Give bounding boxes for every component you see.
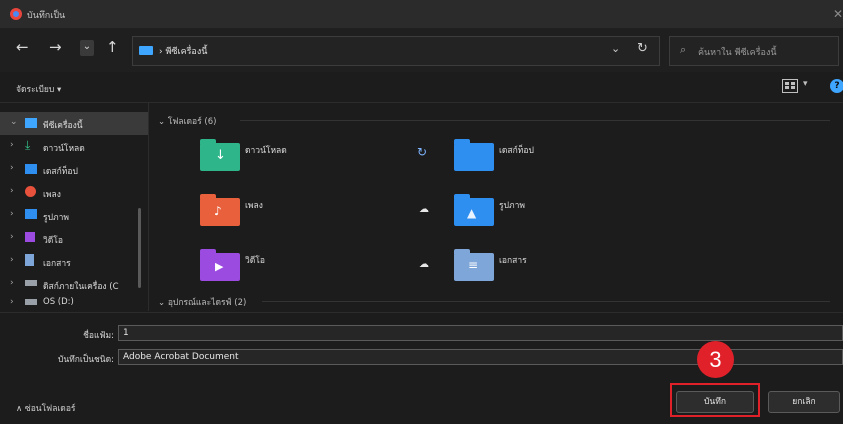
filetype-label: บันทึกเป็นชนิด: <box>57 355 114 365</box>
folder-documents[interactable]: ≡ เอกสาร <box>454 247 654 281</box>
desktop-folder-icon <box>454 139 494 171</box>
pc-icon <box>25 118 37 128</box>
sidebar-item-desktop[interactable]: › เดสก์ท็อป <box>0 158 148 181</box>
music-folder-icon: ♪ <box>200 194 240 226</box>
recent-locations-button[interactable]: ⌄ <box>80 40 94 56</box>
filename-input[interactable]: 1 <box>118 325 843 341</box>
cancel-button[interactable]: ยกเลิก <box>768 391 840 413</box>
folder-label: วิดีโอ <box>245 256 265 266</box>
command-bar: จัดระเบียบ ▾ ▾ ? <box>0 72 843 103</box>
breadcrumb[interactable]: › พีซีเครื่องนี้ <box>159 44 207 58</box>
sidebar-item-downloads[interactable]: › ⤓ ดาวน์โหลด <box>0 135 148 158</box>
highlight-box <box>670 383 760 417</box>
cloud-icon: ☁ <box>419 204 429 215</box>
sidebar-item-label: ดาวน์โหลด <box>43 144 85 154</box>
refresh-icon[interactable]: ↻ <box>637 41 648 56</box>
sidebar-item-label: รูปภาพ <box>43 213 69 223</box>
chevron-right-icon[interactable]: › <box>10 186 14 196</box>
sidebar-item-label: เดสก์ท็อป <box>43 167 78 177</box>
address-bar[interactable]: › พีซีเครื่องนี้ ⌄ ↻ <box>132 36 660 66</box>
forward-button[interactable]: → <box>49 38 62 56</box>
search-icon: ⌕ <box>680 43 687 56</box>
sidebar-scrollbar[interactable] <box>138 208 141 288</box>
sidebar-item-label: เพลง <box>43 190 61 200</box>
folder-desktop[interactable]: เดสก์ท็อป <box>454 137 654 171</box>
close-icon[interactable]: ✕ <box>833 7 843 21</box>
folder-label: ดาวน์โหลด <box>245 146 287 156</box>
sidebar-item-label: วิดีโอ <box>43 236 63 246</box>
video-icon <box>25 232 35 242</box>
organize-button[interactable]: จัดระเบียบ ▾ <box>16 82 61 96</box>
sidebar-item-this-pc[interactable]: ⌄ พีซีเครื่องนี้ <box>0 112 148 135</box>
folder-label: เอกสาร <box>499 256 527 266</box>
chevron-right-icon[interactable]: › <box>10 255 14 265</box>
sidebar-item-local-disk-c[interactable]: › ดิสก์ภายในเครื่อง (C <box>0 273 148 296</box>
folder-label: รูปภาพ <box>499 201 525 211</box>
group-header-folders[interactable]: ⌄ โฟลเดอร์ (6) <box>158 114 216 128</box>
chevron-right-icon[interactable]: › <box>10 232 14 242</box>
sidebar-item-documents[interactable]: › เอกสาร <box>0 250 148 273</box>
navigation-pane: ⌄ พีซีเครื่องนี้ › ⤓ ดาวน์โหลด › เดสก์ท็… <box>0 103 149 311</box>
sidebar-item-pictures[interactable]: › รูปภาพ <box>0 204 148 227</box>
help-icon[interactable]: ? <box>830 79 843 93</box>
divider <box>240 120 830 121</box>
chevron-right-icon[interactable]: › <box>10 163 14 173</box>
view-options-icon[interactable] <box>782 79 798 93</box>
filename-label: ชื่อแฟ้ม: <box>83 331 114 341</box>
search-box[interactable]: ⌕ ค้นหาใน พีซีเครื่องนี้ <box>669 36 839 66</box>
folder-pictures[interactable]: ▲ รูปภาพ <box>454 192 654 226</box>
sync-icon: ↻ <box>417 145 428 159</box>
hide-folders-button[interactable]: ∧ ซ่อนโฟลเดอร์ <box>16 401 76 415</box>
pc-icon <box>139 46 153 55</box>
divider <box>262 301 830 302</box>
sidebar-item-os-d[interactable]: › OS (D:) <box>0 294 148 311</box>
sidebar-item-music[interactable]: › เพลง <box>0 181 148 204</box>
download-icon: ⤓ <box>25 138 31 152</box>
chevron-right-icon[interactable]: › <box>10 140 14 150</box>
title-bar: บันทึกเป็น ✕ <box>0 0 843 28</box>
chevron-down-icon[interactable]: ⌄ <box>611 42 620 55</box>
documents-icon <box>25 254 34 266</box>
sidebar-item-label: พีซีเครื่องนี้ <box>43 121 83 131</box>
video-folder-icon: ▶ <box>200 249 240 281</box>
sidebar-item-label: OS (D:) <box>43 297 74 307</box>
folder-videos[interactable]: ▶ วิดีโอ <box>200 247 400 281</box>
folder-downloads[interactable]: ↓ ดาวน์โหลด <box>200 137 400 171</box>
chevron-right-icon[interactable]: › <box>10 297 14 307</box>
desktop-icon <box>25 164 37 174</box>
cloud-icon: ☁ <box>419 259 429 270</box>
pictures-icon <box>25 209 37 219</box>
back-button[interactable]: ← <box>16 38 29 56</box>
file-list: ⌄ โฟลเดอร์ (6) ↓ ดาวน์โหลด ↻ เดสก์ท็อป ♪… <box>149 103 843 311</box>
folder-music[interactable]: ♪ เพลง <box>200 192 400 226</box>
sidebar-item-label: ดิสก์ภายในเครื่อง (C <box>43 282 119 292</box>
folder-label: เพลง <box>245 201 263 211</box>
step-badge: 3 <box>697 341 734 378</box>
chrome-icon <box>10 8 22 20</box>
sidebar-item-label: เอกสาร <box>43 259 71 269</box>
pictures-folder-icon: ▲ <box>454 194 494 226</box>
documents-folder-icon: ≡ <box>454 249 494 281</box>
music-icon <box>25 186 36 197</box>
drive-icon <box>25 299 37 305</box>
download-folder-icon: ↓ <box>200 139 240 171</box>
chevron-right-icon[interactable]: › <box>10 278 14 288</box>
chevron-down-icon[interactable]: ⌄ <box>10 117 18 127</box>
folder-label: เดสก์ท็อป <box>499 146 534 156</box>
group-header-devices[interactable]: ⌄ อุปกรณ์และไดรฟ์ (2) <box>158 295 246 309</box>
chevron-right-icon[interactable]: › <box>10 209 14 219</box>
window-title: บันทึกเป็น <box>27 11 66 21</box>
up-button[interactable]: ↑ <box>106 38 119 56</box>
search-input[interactable]: ค้นหาใน พีซีเครื่องนี้ <box>698 45 777 59</box>
filetype-select[interactable]: Adobe Acrobat Document <box>118 349 843 365</box>
drive-icon <box>25 280 37 286</box>
sidebar-item-videos[interactable]: › วิดีโอ <box>0 227 148 250</box>
chevron-down-icon[interactable]: ▾ <box>803 79 808 89</box>
